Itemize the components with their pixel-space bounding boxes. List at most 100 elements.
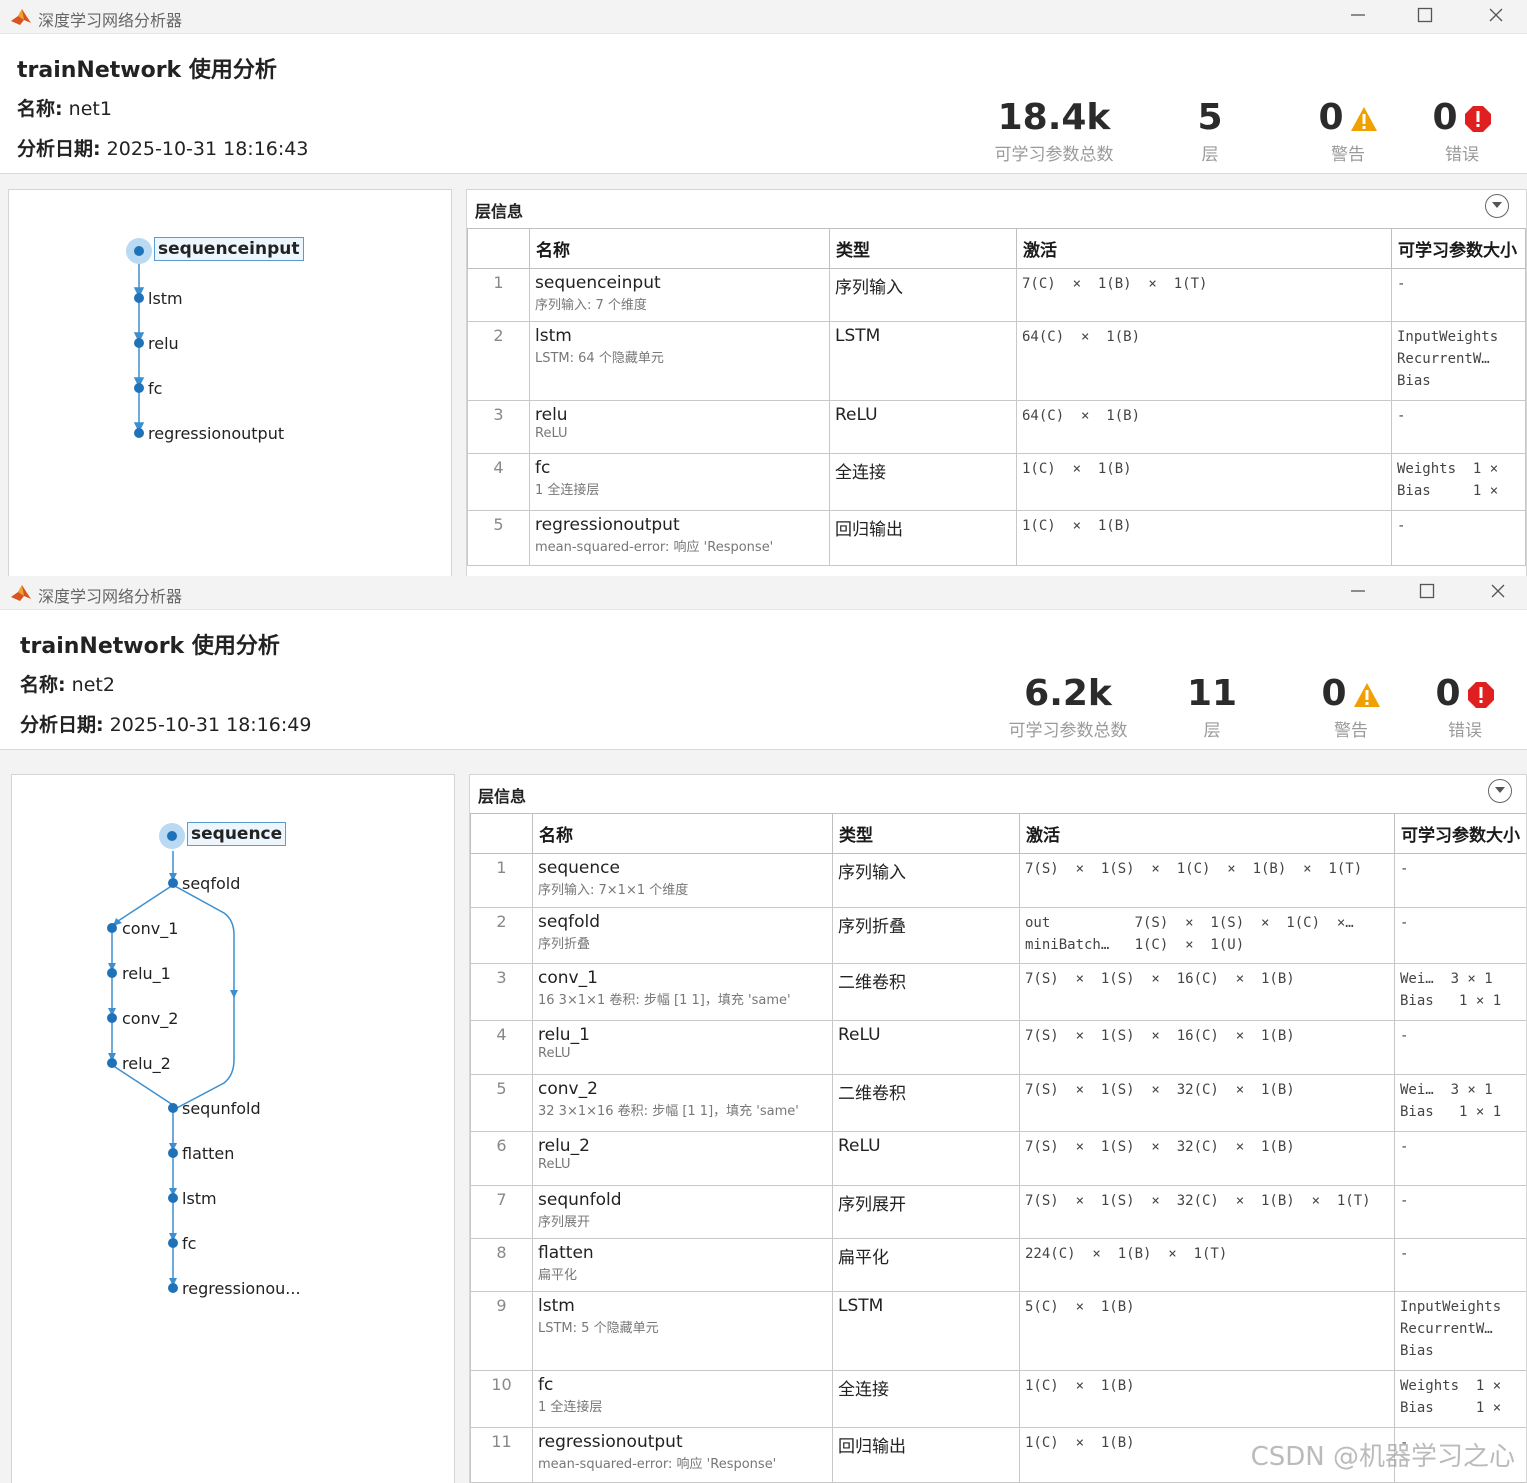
stat-layers: 11 层 — [1186, 673, 1238, 742]
minimize-button[interactable] — [1336, 576, 1380, 606]
layer-name: fc — [535, 458, 551, 478]
table-row[interactable]: 7 sequnfold 序列展开 序列展开 7(S) × 1(S) × 32(C) × … — [470, 1185, 1526, 1239]
table-header-row: 名称 类型 激活 可学习参数大小 — [467, 228, 1526, 269]
column-header-activation[interactable]: 激活 — [1016, 228, 1392, 269]
graph-node-label[interactable]: fc — [182, 1234, 196, 1253]
graph-node[interactable] — [168, 878, 178, 888]
learnables-cell: - — [1394, 1238, 1526, 1292]
activation-cell: 64(C) × 1(B) — [1016, 400, 1392, 454]
layer-description: mean-squared-error: 响应 'Response' — [538, 1457, 777, 1472]
learnables-size: Wei… 3 × 1 Bias 1 × 1 — [1400, 971, 1502, 1009]
table-row[interactable]: 9 lstm LSTM: 5 个隐藏单元 LSTM 5(C) × 1(B) InputWe… — [470, 1291, 1526, 1371]
graph-node-label[interactable]: regressionou... — [182, 1279, 301, 1298]
window-title: 深度学习网络分析器 — [38, 587, 183, 606]
graph-node-label[interactable]: sequnfold — [182, 1099, 261, 1118]
network-graph-panel[interactable]: sequenceinput lstm relu fc regressionout… — [8, 189, 452, 576]
column-header-name[interactable]: 名称 — [529, 228, 830, 269]
analysis-header: trainNetwork 使用分析 名称: net2 分析日期: 2025-10… — [0, 610, 1527, 750]
stat-warnings[interactable]: 0 警告 — [1313, 674, 1389, 741]
column-header-activation[interactable]: 激活 — [1019, 813, 1395, 854]
table-row[interactable]: 4 fc 1 全连接层 全连接 1(C) × 1(B) Weights 1 × Bias … — [467, 453, 1526, 511]
graph-node-label[interactable]: relu — [148, 334, 179, 353]
table-row[interactable]: 2 lstm LSTM: 64 个隐藏单元 LSTM 64(C) × 1(B) Input… — [467, 321, 1526, 401]
graph-node-label[interactable]: lstm — [182, 1189, 217, 1208]
graph-node-label[interactable]: seqfold — [182, 874, 240, 893]
graph-node-label[interactable]: conv_1 — [122, 919, 178, 938]
column-header-name[interactable]: 名称 — [532, 813, 833, 854]
activation-cell: 224(C) × 1(B) × 1(T) — [1019, 1238, 1395, 1292]
graph-node-label[interactable]: fc — [148, 379, 162, 398]
graph-node-label[interactable]: relu_2 — [122, 1054, 171, 1073]
table-row[interactable]: 3 conv_1 16 3×1×1 卷积: 步幅 [1 1]，填充 'same' 二维… — [470, 963, 1526, 1021]
stat-layers: 5 层 — [1197, 97, 1223, 166]
graph-node[interactable] — [168, 1148, 178, 1158]
graph-node-label[interactable]: conv_2 — [122, 1009, 178, 1028]
learnables-size: - — [1397, 276, 1406, 292]
graph-node[interactable] — [107, 1013, 117, 1023]
graph-node[interactable] — [134, 428, 144, 438]
table-header-row: 名称 类型 激活 可学习参数大小 — [470, 813, 1526, 854]
table-row[interactable]: 10 fc 1 全连接层 全连接 1(C) × 1(B) Weights 1 × Bias… — [470, 1370, 1526, 1428]
graph-node[interactable] — [168, 1283, 178, 1293]
column-header-type[interactable]: 类型 — [829, 228, 1017, 269]
panel-title: 层信息 — [478, 787, 527, 806]
layer-name: regressionoutput — [535, 515, 680, 535]
table-row[interactable]: 1 sequenceinput 序列输入: 7 个维度 序列输入 7(C) × 1(B)… — [467, 268, 1526, 322]
graph-node[interactable] — [167, 831, 177, 841]
layer-name: relu — [535, 405, 568, 425]
graph-node-label[interactable]: sequenceinput — [154, 237, 304, 261]
learnables-size: - — [1400, 861, 1409, 877]
layer-description: 序列折叠 — [538, 937, 591, 952]
row-index: 4 — [467, 453, 530, 511]
maximize-icon — [1419, 583, 1435, 599]
graph-node[interactable] — [107, 968, 117, 978]
graph-node[interactable] — [134, 383, 144, 393]
layer-type: 序列展开 — [838, 1195, 906, 1215]
graph-node[interactable] — [134, 246, 144, 256]
maximize-button[interactable] — [1405, 576, 1449, 606]
table-row[interactable]: 5 conv_2 32 3×1×16 卷积: 步幅 [1 1]，填充 'same' 二… — [470, 1074, 1526, 1132]
column-header[interactable] — [467, 228, 530, 269]
graph-node-label[interactable]: relu_1 — [122, 964, 171, 983]
graph-node-label[interactable]: sequence — [187, 822, 287, 846]
layer-table: 名称 类型 激活 可学习参数大小 1 sequenceinput 序列输入: 7 个… — [467, 228, 1526, 566]
row-index: 4 — [470, 1020, 533, 1075]
column-header-learnables[interactable]: 可学习参数大小 — [1394, 813, 1526, 854]
graph-node[interactable] — [168, 1193, 178, 1203]
collapse-icon[interactable] — [1485, 194, 1509, 218]
stat-errors[interactable]: 0 错误 — [1427, 674, 1503, 741]
activation-cell: 7(S) × 1(S) × 16(C) × 1(B) — [1019, 963, 1395, 1021]
stat-errors[interactable]: 0 错误 — [1424, 98, 1500, 165]
graph-node-label[interactable]: flatten — [182, 1144, 234, 1163]
activation-cell: 1(C) × 1(B) — [1016, 510, 1392, 566]
maximize-button[interactable] — [1403, 0, 1447, 30]
table-row[interactable]: 8 flatten 扁平化 扁平化 224(C) × 1(B) × 1(T) - — [470, 1238, 1526, 1292]
network-graph-panel[interactable]: sequence seqfold conv_1 relu_1 conv_2 re… — [11, 774, 455, 1483]
stat-warnings[interactable]: 0 警告 — [1310, 98, 1386, 165]
layer-type-cell: 回归输出 — [829, 510, 1017, 566]
activation-cell: 7(S) × 1(S) × 16(C) × 1(B) — [1019, 1020, 1395, 1075]
graph-node[interactable] — [168, 1103, 178, 1113]
table-row[interactable]: 6 relu_2 ReLU ReLU 7(S) × 1(S) × 32(C) × 1(B… — [470, 1131, 1526, 1186]
graph-node[interactable] — [168, 1238, 178, 1248]
graph-node[interactable] — [107, 1058, 117, 1068]
activation-size: 64(C) × 1(B) — [1022, 408, 1141, 424]
close-button[interactable] — [1476, 576, 1520, 606]
column-header-type[interactable]: 类型 — [832, 813, 1020, 854]
graph-node[interactable] — [134, 293, 144, 303]
table-row[interactable]: 3 relu ReLU ReLU 64(C) × 1(B) - — [467, 400, 1526, 454]
table-row[interactable]: 5 regressionoutput mean-squared-error: 响应 … — [467, 510, 1526, 566]
graph-node-label[interactable]: regressionoutput — [148, 424, 284, 443]
graph-node[interactable] — [134, 338, 144, 348]
learnables-cell: Weights 1 × Bias 1 × — [1391, 453, 1526, 511]
column-header-learnables[interactable]: 可学习参数大小 — [1391, 228, 1526, 269]
column-header[interactable] — [470, 813, 533, 854]
close-button[interactable] — [1474, 0, 1518, 30]
collapse-icon[interactable] — [1488, 779, 1512, 803]
table-row[interactable]: 1 sequence 序列输入: 7×1×1 个维度 序列输入 7(S) × 1(S) … — [470, 853, 1526, 908]
table-row[interactable]: 4 relu_1 ReLU ReLU 7(S) × 1(S) × 16(C) × 1(B… — [470, 1020, 1526, 1075]
minimize-button[interactable] — [1336, 0, 1380, 30]
table-row[interactable]: 2 seqfold 序列折叠 序列折叠 out 7(S) × 1(S) × 1(C) ×… — [470, 907, 1526, 964]
graph-node[interactable] — [107, 923, 117, 933]
graph-node-label[interactable]: lstm — [148, 289, 183, 308]
